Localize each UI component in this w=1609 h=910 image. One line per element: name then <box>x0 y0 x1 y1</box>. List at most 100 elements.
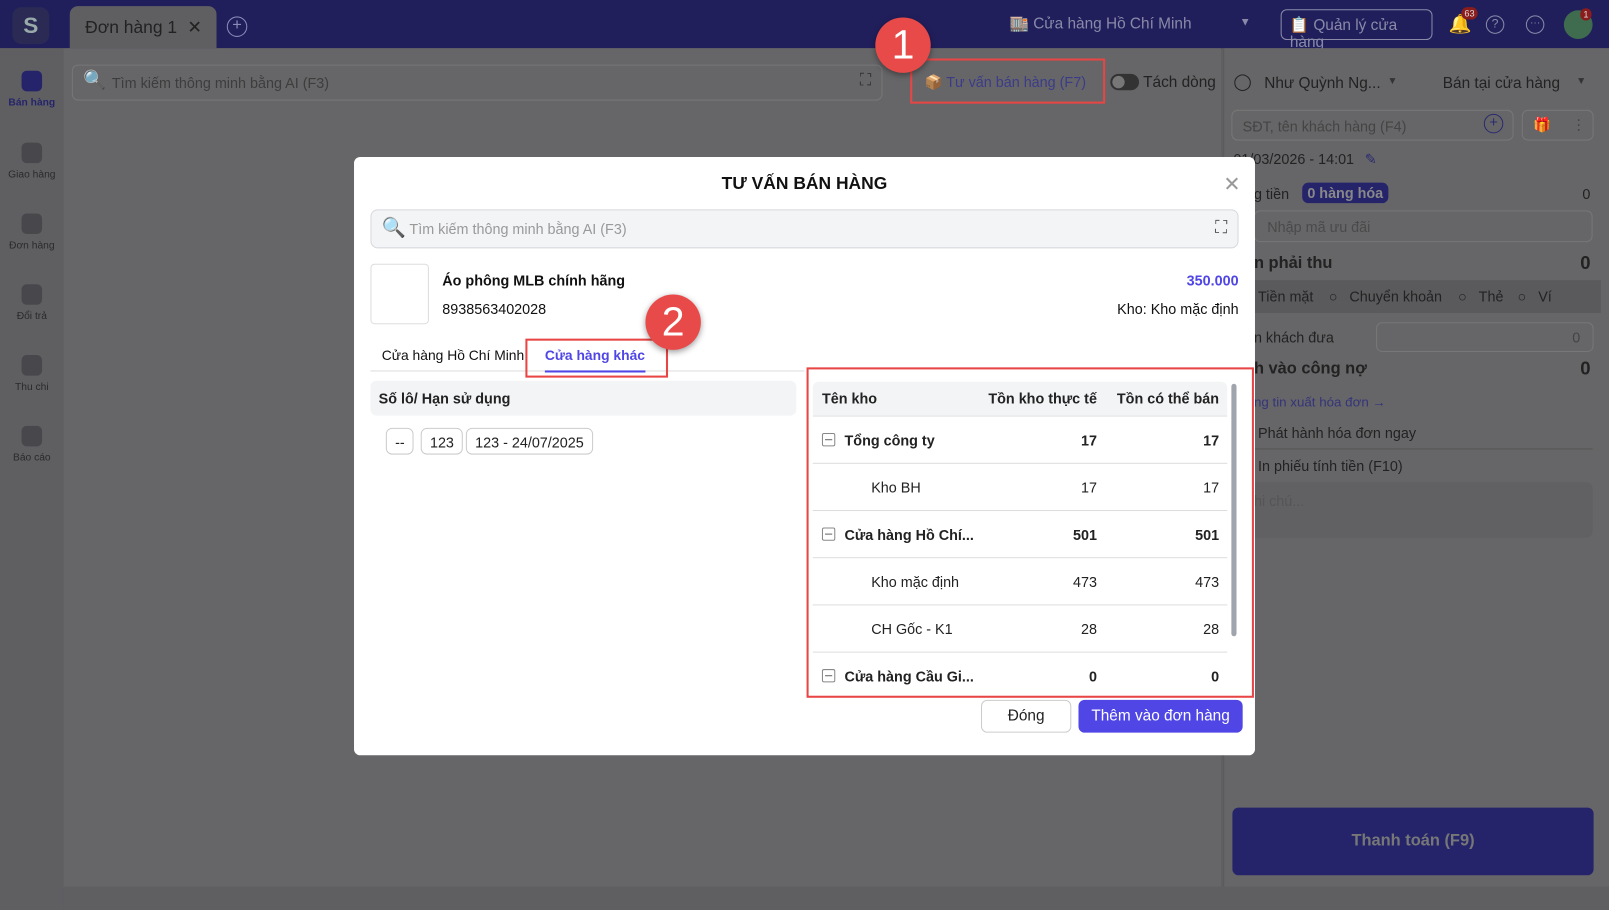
ai-search-icon: 🔍 <box>83 69 107 91</box>
payment-card[interactable]: Thẻ <box>1479 288 1504 304</box>
sidebar-label: Giao hàng <box>8 169 56 181</box>
user-icon: ◯ <box>1233 73 1252 92</box>
payment-transfer[interactable]: Chuyển khoản <box>1349 288 1442 304</box>
note-placeholder: hi chú... <box>1253 492 1305 509</box>
sidebar-item-sales[interactable]: Bán hàng <box>0 70 64 109</box>
document-icon <box>21 213 43 234</box>
invoice-info-link[interactable]: ng tin xuất hóa đơn → <box>1254 394 1386 409</box>
highlight-box-other-stores <box>525 338 669 378</box>
sidebar-label: Đổi trả <box>16 310 47 323</box>
gift-button[interactable]: 🎁 ⋮ <box>1521 109 1594 141</box>
radio-wallet[interactable]: ○ <box>1518 288 1527 304</box>
radio-transfer[interactable]: ○ <box>1329 288 1338 304</box>
callout-1: 1 <box>875 17 931 73</box>
split-line-label: Tách dòng <box>1143 73 1216 92</box>
amount-due-value: 0 <box>1580 252 1591 273</box>
chevron-down-icon[interactable]: ▼ <box>1576 76 1586 87</box>
split-line-toggle[interactable] <box>1110 73 1140 91</box>
note-input[interactable]: hi chú... <box>1243 482 1593 538</box>
search-placeholder: Tìm kiếm thông minh bằng AI (F3) <box>111 74 330 92</box>
promo-code-input[interactable]: Nhập mã ưu đãi <box>1253 210 1593 243</box>
sidebar-item-delivery[interactable]: Giao hàng <box>0 142 64 181</box>
store-name: Cửa hàng Hồ Chí Minh <box>1033 15 1192 33</box>
tab-ho-chi-minh-store[interactable]: Cửa hàng Hồ Chí Minh <box>382 348 524 363</box>
sidebar-label: Đơn hàng <box>9 240 55 252</box>
close-icon[interactable]: ✕ <box>1223 171 1240 197</box>
amount-due-label: n phải thu <box>1253 254 1333 272</box>
truck-icon <box>21 142 43 164</box>
sidebar-item-orders[interactable]: Đơn hàng <box>0 213 64 251</box>
sale-type-selector[interactable]: Bán tại cửa hàng <box>1443 75 1560 92</box>
shopping-bag-icon <box>21 70 43 92</box>
tab-number: 1 <box>167 17 178 37</box>
add-customer-icon[interactable]: + <box>1483 113 1504 134</box>
debt-value: 0 <box>1580 358 1591 379</box>
return-box-icon <box>21 284 43 305</box>
ai-search-icon: 🔍 <box>381 217 407 240</box>
lot-chip[interactable]: -- <box>385 427 414 455</box>
box-search-icon: 📦 <box>924 73 943 91</box>
chevron-down-icon[interactable]: ▼ <box>1387 76 1397 87</box>
total-value: 0 <box>1582 185 1591 203</box>
modal-search-input[interactable]: 🔍 Tìm kiếm thông minh bằng AI (F3) ⛶ <box>370 209 1239 249</box>
tab-order-1[interactable]: Đơn hàng 1 ✕ <box>69 6 217 49</box>
manage-store-button[interactable]: 📋 Quản lý cửa hàng <box>1280 9 1433 51</box>
customer-search-input[interactable]: SĐT, tên khách hàng (F4) <box>1231 109 1514 141</box>
scan-icon[interactable]: ⛶ <box>860 72 871 90</box>
chevron-down-icon[interactable]: ▼ <box>1240 16 1251 28</box>
product-price: 350.000 <box>1186 271 1239 289</box>
product-image <box>370 263 429 325</box>
bar-chart-icon <box>21 425 43 447</box>
modal-title: TƯ VẤN BÁN HÀNG <box>721 173 888 193</box>
total-label: g tiền <box>1253 185 1290 203</box>
edit-icon[interactable]: ✎ <box>1365 151 1377 168</box>
store-selector[interactable]: 🏬 Cửa hàng Hồ Chí Minh <box>1010 14 1192 32</box>
avatar-badge: 1 <box>1580 8 1592 21</box>
sidebar-item-cashbook[interactable]: Thu chi <box>0 355 64 393</box>
highlight-box-stock-table <box>806 367 1254 698</box>
store-icon: 🏬 <box>1009 15 1029 33</box>
sidebar-label: Bán hàng <box>8 97 56 109</box>
staff-selector[interactable]: Như Quỳnh Ng... <box>1264 75 1380 92</box>
wallet-icon <box>21 355 43 376</box>
cash-given-input[interactable]: 0 <box>1376 322 1594 352</box>
gift-icon: 🎁 <box>1533 115 1551 133</box>
add-to-order-button[interactable]: Thêm vào đơn hàng <box>1078 699 1243 733</box>
help-icon[interactable]: ? <box>1485 15 1505 34</box>
lot-chip[interactable]: 123 - 24/07/2025 <box>465 427 593 455</box>
app-logo: S <box>12 7 50 45</box>
print-receipt-option[interactable]: In phiếu tính tiền (F10) <box>1258 458 1403 474</box>
sales-advice-modal: TƯ VẤN BÁN HÀNG ✕ 🔍 Tìm kiếm thông minh b… <box>354 157 1255 756</box>
lot-chip[interactable]: 123 <box>420 427 464 455</box>
sidebar-label: Báo cáo <box>12 452 51 464</box>
sales-advice-label: Tư vấn bán hàng (F7) <box>946 73 1086 91</box>
search-input[interactable]: 🔍 Tìm kiếm thông minh bằng AI (F3) ⛶ <box>71 64 883 101</box>
sidebar: Bán hàng Giao hàng Đơn hàng Đổi trả Thu … <box>0 48 64 910</box>
search-placeholder: Tìm kiếm thông minh bằng AI (F3) <box>409 220 627 238</box>
radio-card[interactable]: ○ <box>1458 288 1467 304</box>
promo-placeholder: Nhập mã ưu đãi <box>1267 218 1371 235</box>
divider <box>1253 448 1593 450</box>
sales-advice-button[interactable]: 📦 Tư vấn bán hàng (F7) <box>910 58 1106 104</box>
lot-expiry-header: Số lô/ Hạn sử dụng <box>370 380 797 416</box>
sidebar-item-returns[interactable]: Đổi trả <box>0 284 64 322</box>
sidebar-item-reports[interactable]: Báo cáo <box>0 425 64 464</box>
close-tab-icon[interactable]: ✕ <box>187 17 202 36</box>
payment-wallet[interactable]: Ví <box>1538 288 1552 304</box>
debt-label: h vào công nợ <box>1253 360 1367 378</box>
scan-icon[interactable]: ⛶ <box>1215 218 1227 239</box>
pay-button[interactable]: Thanh toán (F9) <box>1232 807 1594 876</box>
sidebar-label: Thu chi <box>14 381 49 394</box>
notification-badge: 63 <box>1461 7 1478 20</box>
callout-2: 2 <box>645 294 701 350</box>
items-badge: 0 hàng hóa <box>1302 182 1389 204</box>
issue-invoice-option[interactable]: Phát hành hóa đơn ngay <box>1258 425 1416 441</box>
payment-cash[interactable]: Tiền mặt <box>1258 288 1313 304</box>
product-name: Áo phông MLB chính hãng <box>442 271 626 289</box>
add-tab-icon[interactable]: + <box>226 16 248 37</box>
cash-given-value: 0 <box>1572 329 1581 346</box>
more-vert-icon[interactable]: ⋮ <box>1571 116 1585 132</box>
clipboard-icon: 📋 <box>1289 16 1310 34</box>
close-button[interactable]: Đóng <box>980 699 1072 733</box>
more-icon[interactable]: ··· <box>1525 15 1545 34</box>
